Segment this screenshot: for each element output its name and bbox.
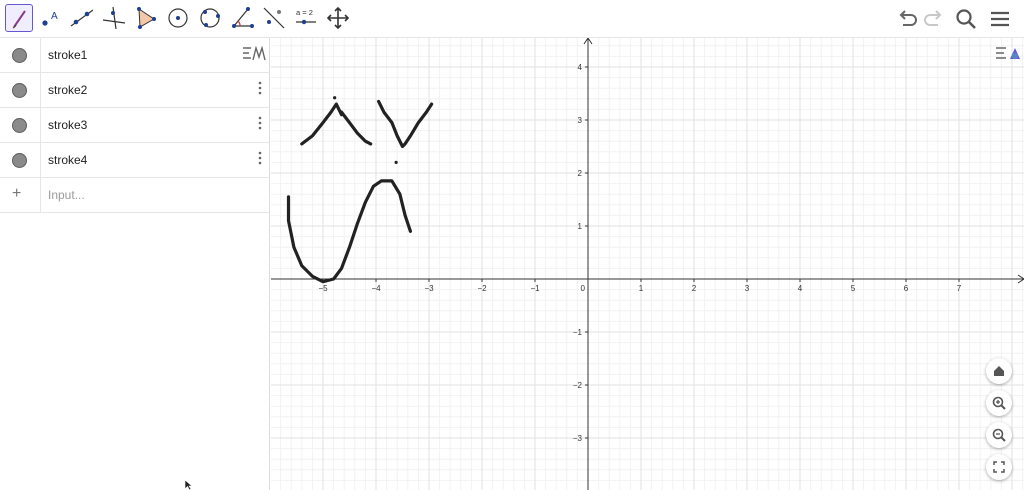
x-tick-label: 2	[692, 284, 697, 293]
redo-button[interactable]	[921, 6, 947, 32]
toolbar: A a = 2	[0, 0, 1024, 38]
angle-tool-button[interactable]	[228, 4, 256, 32]
more-options-icon[interactable]	[254, 149, 266, 167]
fullscreen-icon	[993, 461, 1005, 473]
x-tick-label: 3	[745, 284, 750, 293]
more-options-icon[interactable]	[254, 79, 266, 97]
y-tick-label: −2	[573, 381, 583, 390]
zoom-out-button[interactable]	[986, 422, 1012, 448]
algebra-item-label: stroke4	[48, 153, 88, 167]
divider	[40, 178, 41, 212]
slider-tool-label: a = 2	[296, 8, 313, 17]
move-arrows-icon	[326, 6, 350, 30]
x-tick-label: −1	[530, 284, 540, 293]
x-tick-label: −5	[318, 284, 328, 293]
geogebra-app: A a = 2 stroke1 stroke2 stroke3 stroke4 …	[0, 0, 1024, 490]
zoom-out-icon	[992, 428, 1006, 442]
x-tick-label: 1	[639, 284, 644, 293]
visibility-toggle[interactable]	[12, 48, 27, 63]
search-button[interactable]	[953, 6, 979, 32]
main-menu-button[interactable]	[987, 6, 1013, 32]
line-tool-button[interactable]	[68, 4, 96, 32]
stroke2-path	[339, 110, 373, 146]
x-tick-label: 0	[581, 284, 586, 293]
point-icon: A	[42, 11, 58, 26]
x-tick-label: 6	[904, 284, 909, 293]
divider	[40, 73, 41, 107]
y-tick-label: 1	[578, 222, 583, 231]
divider	[40, 143, 41, 177]
home-icon	[994, 366, 1004, 376]
circle-center-icon	[168, 8, 188, 28]
perpendicular-icon	[102, 6, 126, 30]
algebra-row[interactable]: stroke3	[0, 108, 270, 143]
move-view-tool-button[interactable]	[324, 4, 352, 32]
fullscreen-button[interactable]	[986, 454, 1012, 480]
stroke-dot	[333, 96, 337, 100]
algebra-row[interactable]: stroke1	[0, 38, 270, 73]
algebra-settings-button[interactable]	[240, 41, 268, 67]
y-tick-label: 4	[578, 63, 583, 72]
pen-icon	[12, 10, 26, 29]
polygon-icon	[137, 7, 156, 29]
slider-tool-button[interactable]: a = 2	[292, 4, 320, 32]
x-tick-label: −4	[371, 284, 381, 293]
hamburger-icon	[991, 11, 1009, 27]
algebra-row[interactable]: stroke2	[0, 73, 270, 108]
x-tick-label: −2	[477, 284, 487, 293]
search-icon	[956, 9, 976, 29]
y-tick-label: 2	[578, 169, 583, 178]
redo-icon	[924, 10, 942, 26]
line-icon	[70, 9, 94, 27]
svg-text:A: A	[51, 11, 58, 22]
polygon-tool-button[interactable]	[132, 4, 160, 32]
y-tick-label: 3	[578, 116, 583, 125]
stroke-dot	[394, 160, 398, 164]
undo-button[interactable]	[894, 6, 920, 32]
algebra-row[interactable]: stroke4	[0, 143, 270, 178]
x-tick-label: 7	[957, 284, 962, 293]
stroke4-path	[286, 179, 412, 284]
algebra-view: stroke1 stroke2 stroke3 stroke4 + Input.…	[0, 38, 270, 490]
mouse-cursor-icon	[184, 479, 193, 490]
y-tick-label: −3	[573, 434, 583, 443]
reflect-icon	[263, 7, 285, 29]
graphics-settings-button[interactable]	[993, 42, 1023, 66]
zoom-in-icon	[992, 396, 1006, 410]
freehand-tool-button[interactable]	[5, 4, 33, 32]
visibility-toggle[interactable]	[12, 153, 27, 168]
divider	[40, 38, 41, 72]
circle-three-points-icon	[200, 8, 220, 28]
algebra-item-label: stroke1	[48, 48, 88, 62]
algebra-sort-icon	[243, 45, 266, 61]
perpendicular-tool-button[interactable]	[100, 4, 128, 32]
x-tick-label: 4	[798, 284, 803, 293]
point-tool-button[interactable]: A	[37, 4, 65, 32]
algebra-item-label: stroke2	[48, 83, 88, 97]
algebra-item-label: stroke3	[48, 118, 88, 132]
more-options-icon[interactable]	[254, 114, 266, 132]
undo-icon	[899, 10, 917, 26]
x-tick-label: 5	[851, 284, 856, 293]
visibility-toggle[interactable]	[12, 118, 27, 133]
add-icon[interactable]: +	[12, 185, 21, 203]
graphics-view[interactable]: −5 −4 −3 −2 −1 0 1 2 3 4 5 6 7 4 3 2 1 −1 −2 −3	[271, 38, 1024, 490]
zoom-in-button[interactable]	[986, 390, 1012, 416]
x-tick-label: −3	[424, 284, 434, 293]
divider	[40, 108, 41, 142]
stroke1-path	[300, 102, 344, 146]
circle-three-points-tool-button[interactable]	[196, 4, 224, 32]
circle-tool-button[interactable]	[164, 4, 192, 32]
graphics-style-icon	[996, 47, 1020, 60]
angle-icon	[232, 7, 254, 28]
algebra-input[interactable]: Input...	[48, 188, 85, 202]
y-tick-label: −1	[573, 328, 583, 337]
algebra-input-row[interactable]: + Input...	[0, 178, 270, 213]
home-view-button[interactable]	[986, 358, 1012, 384]
reflect-tool-button[interactable]	[260, 4, 288, 32]
graphics-canvas[interactable]: −5 −4 −3 −2 −1 0 1 2 3 4 5 6 7 4 3 2 1 −1 −2 −3	[271, 38, 1024, 490]
slider-icon: a = 2	[296, 8, 316, 25]
visibility-toggle[interactable]	[12, 83, 27, 98]
